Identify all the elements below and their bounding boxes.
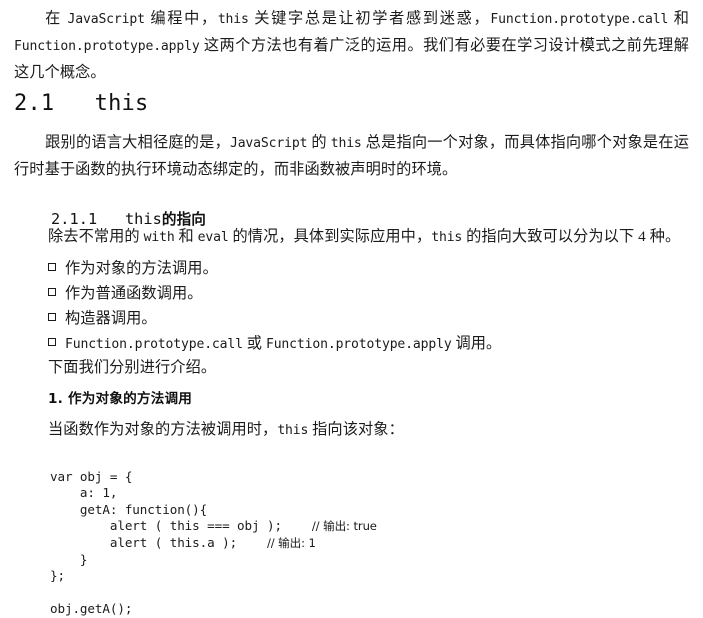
inline-code-javascript-2: JavaScript — [229, 136, 308, 151]
code-line-2: a: 1, — [50, 485, 118, 501]
list-item: 作为对象的方法调用。 — [48, 256, 689, 281]
hollow-square-bullet-icon — [48, 313, 56, 321]
code-line-4: alert ( this === obj ); — [50, 518, 312, 534]
subsection-1-heading: 1. 作为对象的方法调用 — [48, 391, 193, 407]
code-line-9: obj.getA(); — [50, 601, 133, 617]
list-item: Function.prototype.call 或 Function.proto… — [48, 331, 689, 356]
s211-text-3: 的情况，具体到实际应用中， — [228, 228, 432, 245]
intro-text-3: 关键字总是让初学者感到迷惑， — [248, 10, 491, 27]
inline-code-javascript: JavaScript — [67, 12, 145, 27]
hollow-square-bullet-icon — [48, 338, 56, 346]
intro-text-4: 和 — [668, 10, 690, 27]
transition-line: 下面我们分别进行介绍。 — [48, 359, 217, 376]
hollow-square-bullet-icon — [48, 288, 56, 296]
inline-code-this-2: this — [330, 136, 362, 151]
list-item: 构造器调用。 — [48, 306, 689, 331]
sub1-text-2: 指向该对象： — [308, 421, 404, 438]
inline-code-this-4: this — [277, 423, 309, 438]
inline-code-this-3: this — [431, 230, 463, 245]
inline-code-call: Function.prototype.call — [490, 12, 669, 27]
list-item: 作为普通函数调用。 — [48, 281, 689, 306]
code-line-7: }; — [50, 568, 65, 584]
code-comment-1: // 输出: true — [311, 519, 377, 534]
hollow-square-bullet-icon — [48, 263, 56, 271]
code-line-3: getA: function(){ — [50, 501, 208, 517]
code-line-6: } — [50, 551, 88, 567]
document-page: 在 JavaScript 编程中，this 关键字总是让初学者感到迷惑，Func… — [0, 0, 703, 616]
section-2-1-paragraph: 跟别的语言大相径庭的是，JavaScript 的 this 总是指向一个对象，而… — [14, 130, 689, 183]
inline-code-with: with — [143, 230, 175, 245]
code-line-5: alert ( this.a ); — [50, 534, 267, 550]
s211-text-2: 和 — [174, 228, 198, 245]
sub1-text-1: 当函数作为对象的方法被调用时， — [48, 421, 278, 438]
s21-text-2: 的 — [307, 134, 331, 151]
list-item-tail: 调用。 — [451, 335, 502, 352]
list-item-label: 作为普通函数调用。 — [65, 285, 203, 302]
intro-paragraph: 在 JavaScript 编程中，this 关键字总是让初学者感到迷惑，Func… — [14, 6, 689, 86]
list-item-conjunction: 或 — [242, 335, 266, 352]
intro-text-2: 编程中， — [144, 10, 218, 27]
s21-text-1: 跟别的语言大相径庭的是， — [45, 134, 230, 151]
heading-section-2-1: 2.1 this — [14, 91, 149, 116]
inline-code-this: this — [217, 12, 249, 27]
intro-text-1: 在 — [45, 10, 68, 27]
list-item-label: 作为对象的方法调用。 — [65, 260, 218, 277]
this-binding-list: 作为对象的方法调用。 作为普通函数调用。 构造器调用。 Function.pro… — [48, 256, 689, 356]
list-item-code-call: Function.prototype.call — [65, 337, 243, 352]
inline-code-eval: eval — [197, 230, 229, 245]
list-item-label: 构造器调用。 — [65, 310, 157, 327]
s211-text-4: 的指向大致可以分为以下 4 种。 — [462, 228, 681, 245]
code-block: var obj = { a: 1, getA: function(){ aler… — [50, 452, 377, 618]
list-item-code-apply: Function.prototype.apply — [265, 337, 452, 352]
section-2-1-1-paragraph: 除去不常用的 with 和 eval 的情况，具体到实际应用中，this 的指向… — [48, 224, 689, 251]
s211-text-1: 除去不常用的 — [48, 228, 144, 245]
code-comment-2: // 输出: 1 — [266, 535, 316, 550]
inline-code-apply: Function.prototype.apply — [14, 39, 200, 54]
subsection-1-paragraph: 当函数作为对象的方法被调用时，this 指向该对象： — [48, 417, 404, 443]
code-line-1: var obj = { — [50, 468, 133, 484]
